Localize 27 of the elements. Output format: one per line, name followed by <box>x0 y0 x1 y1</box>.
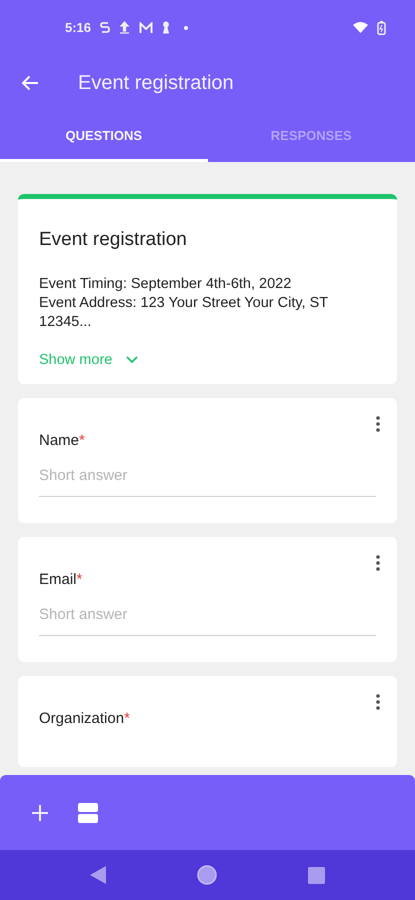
tab[interactable]: QUESTIONS <box>0 111 208 162</box>
form-description: Event Timing: September 4th-6th, 2022 Event Address: 123 Your Street Your City, ST 12345... <box>39 275 329 332</box>
question-title: Name* <box>39 432 86 449</box>
add-icon[interactable] <box>32 804 48 820</box>
home-nav-icon[interactable] <box>197 865 217 885</box>
section-icon[interactable] <box>78 802 98 822</box>
notification-icon <box>100 21 110 34</box>
form-title: Event registration <box>39 229 188 251</box>
wifi-icon <box>353 22 368 33</box>
question-title: Email* <box>39 571 84 588</box>
battery-icon <box>377 20 386 34</box>
question-title: Organization* <box>39 710 131 727</box>
dot-icon <box>184 26 188 30</box>
chevron-down-icon <box>126 356 138 364</box>
more-options-icon[interactable] <box>376 416 380 432</box>
show-more-button[interactable]: Show more <box>39 352 138 368</box>
status-time: 5:16 <box>65 20 92 35</box>
recents-nav-icon[interactable] <box>308 866 325 884</box>
tab[interactable]: RESPONSES <box>208 111 415 162</box>
keyhole-icon <box>162 21 170 34</box>
more-options-icon[interactable] <box>376 555 380 571</box>
more-options-icon[interactable] <box>376 694 380 710</box>
back-nav-icon[interactable] <box>90 866 106 884</box>
app-title: Event registration <box>78 72 234 94</box>
mail-icon <box>139 22 154 34</box>
upload-icon <box>119 21 130 34</box>
back-arrow-icon[interactable] <box>21 75 39 91</box>
